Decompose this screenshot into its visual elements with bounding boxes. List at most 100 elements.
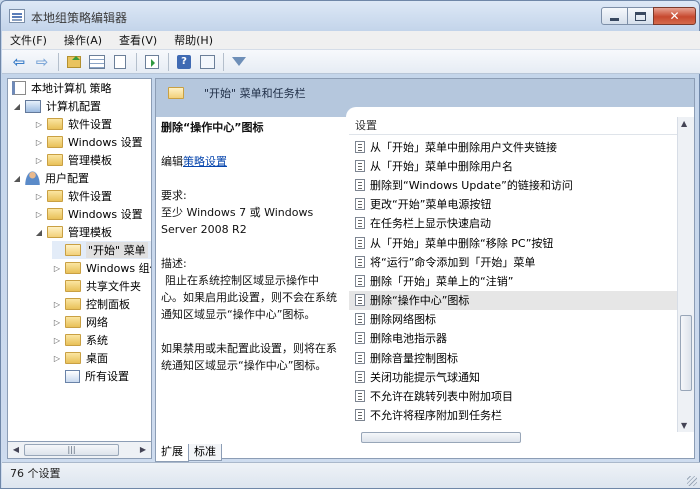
scrollbar-thumb[interactable] bbox=[361, 432, 521, 443]
back-arrow-icon: ⇦ bbox=[12, 52, 26, 71]
policy-row[interactable]: 删除到“Windows Update”的链接和访问 bbox=[349, 175, 677, 194]
tree-item-cc-windows-settings[interactable]: ▷ Windows 设置 bbox=[34, 133, 143, 151]
tree-item-uc-windows-settings[interactable]: ▷ Windows 设置 bbox=[34, 205, 143, 223]
menu-help[interactable]: 帮助(H) bbox=[174, 32, 213, 48]
title-bar[interactable]: 本地组策略编辑器 ✕ bbox=[1, 1, 699, 31]
tree-item-system[interactable]: ▷ 系统 bbox=[52, 331, 108, 349]
window-title: 本地组策略编辑器 bbox=[31, 11, 128, 25]
policy-setting-icon bbox=[355, 390, 365, 403]
policy-row[interactable]: 在任务栏上显示快速启动 bbox=[349, 214, 677, 233]
expand-icon[interactable]: ▷ bbox=[52, 354, 62, 363]
settings-list[interactable]: 设置 从「开始」菜单中删除用户文件夹链接 从「开始」菜单中删除用户名 删除到“Win… bbox=[349, 117, 694, 432]
tree-item-windows-components[interactable]: ▷Windows 组件 bbox=[52, 259, 151, 277]
scroll-right-icon[interactable]: ▶ bbox=[137, 445, 149, 454]
maximize-button[interactable] bbox=[627, 7, 654, 25]
toolbar-separator bbox=[223, 52, 224, 71]
scroll-left-icon[interactable]: ◀ bbox=[10, 445, 22, 454]
document-icon bbox=[114, 54, 126, 69]
tree-horizontal-scrollbar[interactable]: ◀ ||| ▶ bbox=[7, 442, 152, 459]
expand-icon[interactable]: ▷ bbox=[34, 210, 44, 219]
expand-icon[interactable]: ◢ bbox=[12, 102, 22, 111]
expand-icon[interactable]: ▷ bbox=[52, 264, 62, 273]
minimize-button[interactable] bbox=[601, 7, 628, 25]
expand-icon[interactable]: ▷ bbox=[34, 138, 44, 147]
export-list-button[interactable] bbox=[141, 52, 163, 72]
scrollbar-thumb[interactable]: ||| bbox=[24, 444, 119, 456]
policy-row[interactable]: 将“运行”命令添加到「开始」菜单 bbox=[349, 252, 677, 271]
policy-row-label: 删除电池指示器 bbox=[370, 332, 447, 346]
status-text: 76 个设置 bbox=[10, 467, 61, 480]
properties-button[interactable] bbox=[109, 52, 131, 72]
tree-item-all-settings[interactable]: 所有设置 bbox=[52, 367, 129, 385]
list-vertical-scrollbar[interactable]: ▲ ▼ bbox=[677, 117, 694, 432]
policy-row[interactable]: 更改“开始”菜单电源按钮 bbox=[349, 195, 677, 214]
policy-row[interactable]: 从「开始」菜单中删除用户文件夹链接 bbox=[349, 137, 677, 156]
toolbar-separator bbox=[58, 52, 59, 71]
back-button[interactable]: ⇦ bbox=[8, 52, 30, 72]
expand-icon[interactable]: ▷ bbox=[34, 120, 44, 129]
forward-button[interactable]: ⇨ bbox=[31, 52, 53, 72]
policy-row[interactable]: 删除电池指示器 bbox=[349, 329, 677, 348]
policy-row[interactable]: 删除网络图标 bbox=[349, 310, 677, 329]
tree-item-computer-config[interactable]: ◢ 计算机配置 bbox=[12, 97, 101, 115]
policy-setting-icon bbox=[355, 351, 365, 364]
console-tree-icon bbox=[89, 54, 105, 69]
close-button[interactable]: ✕ bbox=[653, 7, 696, 25]
column-header-setting[interactable]: 设置 bbox=[349, 117, 677, 135]
show-hide-action-button[interactable] bbox=[196, 52, 218, 72]
resize-grip-icon[interactable] bbox=[687, 476, 697, 486]
policy-row[interactable]: 删除「开始」菜单上的“注销” bbox=[349, 271, 677, 290]
console-tree[interactable]: 本地计算机 策略 ◢ 计算机配置 ▷ 软件设置 ▷ Windows 设置 ▷ 管理模板 … bbox=[7, 78, 152, 442]
policy-row[interactable]: 删除音量控制图标 bbox=[349, 348, 677, 367]
folder-icon bbox=[47, 208, 63, 220]
up-one-level-button[interactable] bbox=[63, 52, 85, 72]
show-hide-tree-button[interactable] bbox=[86, 52, 108, 72]
policy-row[interactable]: 从「开始」菜单中删除用户名 bbox=[349, 156, 677, 175]
policy-row-label: 不允许将程序附加到任务栏 bbox=[370, 409, 502, 423]
menu-view[interactable]: 查看(V) bbox=[119, 32, 157, 48]
tree-item-shared-folders[interactable]: 共享文件夹 bbox=[52, 277, 141, 295]
policy-row-label: 删除「开始」菜单上的“注销” bbox=[370, 274, 514, 288]
expand-icon[interactable]: ▷ bbox=[52, 300, 62, 309]
expand-icon[interactable]: ◢ bbox=[12, 174, 22, 183]
tree-item-user-config[interactable]: ◢ 用户配置 bbox=[12, 169, 89, 187]
scroll-up-icon[interactable]: ▲ bbox=[681, 119, 687, 128]
policy-row[interactable]: 不允许在跳转列表中附加项目 bbox=[349, 386, 677, 405]
policy-row[interactable]: 从「开始」菜单中删除“移除 PC”按钮 bbox=[349, 233, 677, 252]
expand-icon[interactable]: ▷ bbox=[34, 192, 44, 201]
details-header: "开始" 菜单和任务栏 bbox=[156, 79, 694, 107]
tree-item-root[interactable]: 本地计算机 策略 bbox=[12, 79, 112, 97]
tree-item-cc-software[interactable]: ▷ 软件设置 bbox=[34, 115, 112, 133]
thumb-grip-icon: ||| bbox=[67, 445, 76, 454]
policy-setting-icon bbox=[355, 294, 365, 307]
status-bar: 76 个设置 bbox=[2, 462, 700, 488]
help-button[interactable]: ? bbox=[173, 52, 195, 72]
expand-icon[interactable]: ▷ bbox=[34, 156, 44, 165]
tab-extended[interactable]: 扩展 bbox=[155, 444, 189, 462]
tree-item-start-menu[interactable]: "开始" 菜单 bbox=[52, 241, 151, 259]
menu-file[interactable]: 文件(F) bbox=[10, 32, 47, 48]
tree-item-network[interactable]: ▷ 网络 bbox=[52, 313, 108, 331]
tree-item-uc-admin-templates[interactable]: ◢ 管理模板 bbox=[34, 223, 112, 241]
expand-icon[interactable]: ◢ bbox=[34, 228, 44, 237]
policy-row[interactable]: 关闭功能提示气球通知 bbox=[349, 367, 677, 386]
menu-action[interactable]: 操作(A) bbox=[64, 32, 102, 48]
expand-icon[interactable]: ▷ bbox=[52, 318, 62, 327]
tab-standard[interactable]: 标准 bbox=[188, 444, 222, 461]
list-horizontal-scrollbar[interactable] bbox=[349, 432, 677, 444]
folder-open-icon bbox=[47, 226, 63, 238]
scroll-down-icon[interactable]: ▼ bbox=[681, 421, 687, 430]
all-settings-icon bbox=[65, 369, 80, 383]
toolbar-separator bbox=[136, 52, 137, 71]
scrollbar-thumb[interactable] bbox=[680, 315, 692, 391]
tree-item-uc-software[interactable]: ▷ 软件设置 bbox=[34, 187, 112, 205]
tree-item-control-panel[interactable]: ▷ 控制面板 bbox=[52, 295, 130, 313]
policy-row[interactable]: 删除“操作中心”图标 bbox=[349, 290, 677, 310]
policy-row[interactable]: 不允许将程序附加到任务栏 bbox=[349, 406, 677, 425]
filter-button[interactable] bbox=[228, 52, 250, 72]
edit-policy-link[interactable]: 策略设置 bbox=[183, 155, 227, 168]
expand-icon[interactable]: ▷ bbox=[52, 336, 62, 345]
tree-item-desktop[interactable]: ▷ 桌面 bbox=[52, 349, 108, 367]
tree-item-cc-admin-templates[interactable]: ▷ 管理模板 bbox=[34, 151, 112, 169]
policy-setting-icon bbox=[355, 409, 365, 422]
